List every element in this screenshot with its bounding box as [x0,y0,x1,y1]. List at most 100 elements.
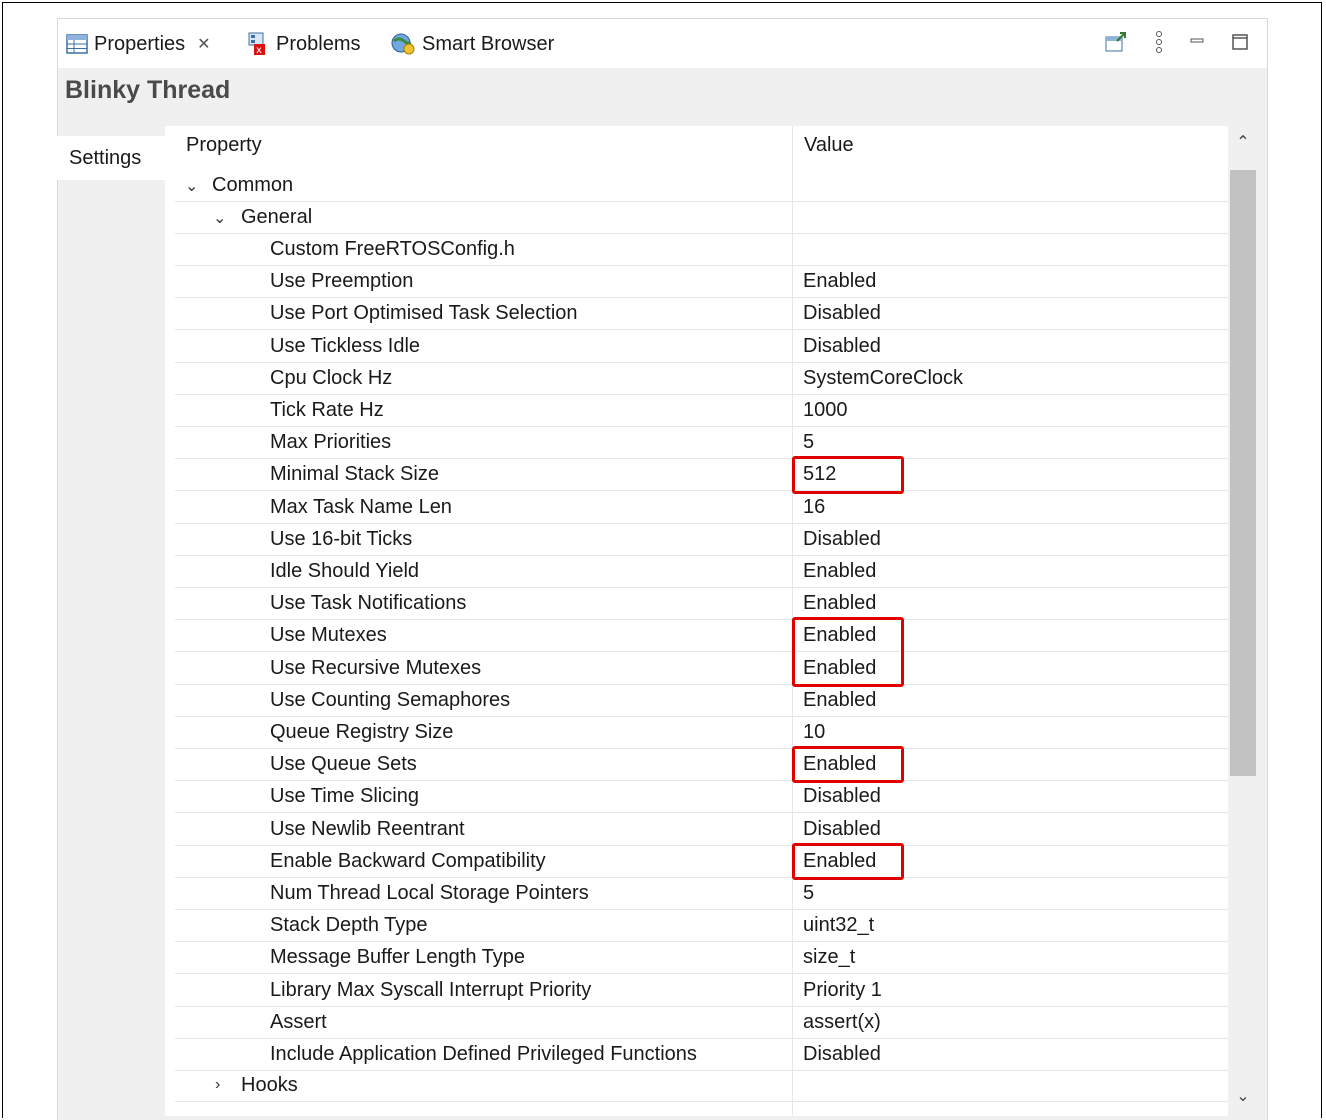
table-row[interactable]: Enable Backward Compatibility Enabled [175,846,1228,878]
table-row[interactable]: Use Queue Sets Enabled [175,749,1228,781]
maximize-button[interactable] [1227,29,1253,55]
property-name: Use Queue Sets [270,753,417,775]
property-value[interactable]: 10 [803,721,825,744]
tab-settings-label: Settings [69,146,142,169]
table-row[interactable]: Max Task Name Len 16 [175,492,1228,524]
table-row[interactable]: Custom FreeRTOSConfig.h [175,234,1228,266]
property-value[interactable]: 1000 [803,399,848,422]
table-row[interactable]: Max Priorities 5 [175,427,1228,459]
table-row[interactable]: Library Max Syscall Interrupt Priority Pr… [175,975,1228,1007]
tab-smart-browser[interactable]: Smart Browser [390,29,554,59]
property-name: Num Thread Local Storage Pointers [270,882,589,904]
property-name: Cpu Clock Hz [270,367,393,389]
smart-browser-icon [391,33,415,55]
table-row[interactable]: Message Buffer Length Type size_t [175,942,1228,974]
property-value[interactable]: Priority 1 [803,979,882,1002]
group-row-general[interactable]: ⌄ General [175,202,1228,234]
close-icon[interactable]: ✕ [197,34,210,54]
property-value[interactable]: Enabled [803,270,876,293]
property-value[interactable]: Disabled [803,335,881,358]
property-name: Queue Registry Size [270,721,454,743]
property-name: Use 16-bit Ticks [270,528,413,550]
column-header-value[interactable]: Value [804,134,854,157]
chevron-down-icon[interactable]: ⌄ [213,208,226,228]
table-row[interactable]: Use Mutexes Enabled [175,620,1228,652]
property-name: Include Application Defined Privileged F… [270,1043,697,1065]
table-row[interactable]: Use Counting Semaphores Enabled [175,685,1228,717]
page-title: Blinky Thread [65,76,231,104]
property-value[interactable]: Disabled [803,785,881,808]
chevron-down-icon[interactable]: ⌄ [185,176,198,196]
scroll-up-arrow-icon[interactable]: ⌃ [1228,132,1258,152]
view-menu-button[interactable] [1146,29,1172,55]
property-name: Stack Depth Type [270,914,428,936]
property-value[interactable]: size_t [803,946,855,969]
tab-properties[interactable]: Properties ✕ [66,29,211,59]
minimize-icon [1190,38,1204,43]
property-value[interactable]: 16 [803,496,825,519]
tab-settings[interactable]: Settings [57,136,165,180]
table-row[interactable]: Use Preemption Enabled [175,266,1228,298]
table-row[interactable]: Use Recursive Mutexes Enabled [175,653,1228,685]
minimize-button[interactable] [1184,29,1210,55]
property-name: Use Port Optimised Task Selection [270,302,578,324]
table-row[interactable]: Tick Rate Hz 1000 [175,395,1228,427]
property-name: Message Buffer Length Type [270,946,525,968]
property-name: Use Newlib Reentrant [270,818,465,840]
table-row[interactable]: Num Thread Local Storage Pointers 5 [175,878,1228,910]
table-row[interactable]: Include Application Defined Privileged F… [175,1039,1228,1071]
property-value[interactable]: Disabled [803,528,881,551]
table-row[interactable]: Assert assert(x) [175,1007,1228,1039]
table-row[interactable]: Queue Registry Size 10 [175,717,1228,749]
property-value[interactable]: Disabled [803,302,881,325]
table-row[interactable]: Use Tickless Idle Disabled [175,331,1228,363]
property-name: Max Task Name Len [270,496,452,518]
group-row-hooks[interactable]: › Hooks [175,1070,1228,1102]
property-value[interactable]: Disabled [803,818,881,841]
property-value[interactable]: Enabled [803,560,876,583]
property-name: Use Preemption [270,270,414,292]
property-name: Use Counting Semaphores [270,689,511,711]
new-view-icon [1105,32,1126,52]
table-row[interactable]: Use 16-bit Ticks Disabled [175,524,1228,556]
table-row[interactable]: Use Time Slicing Disabled [175,781,1228,813]
property-value[interactable]: Disabled [803,1043,881,1066]
property-name: Use Recursive Mutexes [270,657,482,679]
table-row[interactable]: Use Task Notifications Enabled [175,588,1228,620]
table-row[interactable]: Cpu Clock Hz SystemCoreClock [175,363,1228,395]
tab-smart-browser-label: Smart Browser [422,32,555,55]
scroll-down-arrow-icon[interactable]: ⌄ [1228,1086,1258,1106]
highlight-box [792,843,904,880]
group-label-general: General [241,206,313,228]
tab-problems[interactable]: x Problems [248,29,360,59]
vertical-scrollbar[interactable]: ⌃ ⌄ [1228,126,1258,1116]
chevron-right-icon[interactable]: › [215,1076,220,1094]
property-value[interactable]: Enabled [803,592,876,615]
maximize-icon [1232,34,1248,50]
group-row-common[interactable]: ⌄ Common [175,170,1228,202]
highlight-box [792,617,904,687]
property-name: Use Mutexes [270,624,387,646]
more-vertical-icon [1156,31,1162,53]
properties-icon [66,34,88,54]
scrollbar-thumb[interactable] [1230,170,1256,776]
property-value[interactable]: 5 [803,882,814,905]
group-label-common: Common [212,174,294,196]
property-value[interactable]: assert(x) [803,1011,881,1034]
property-value[interactable]: SystemCoreClock [803,367,963,390]
property-name: Use Task Notifications [270,592,467,614]
table-row[interactable]: Use Newlib Reentrant Disabled [175,814,1228,846]
property-table[interactable]: Property Value ⌄ Common ⌄ General › Hook… [165,126,1258,1116]
table-row[interactable]: Use Port Optimised Task Selection Disable… [175,298,1228,330]
table-row[interactable]: Stack Depth Type uint32_t [175,910,1228,942]
property-name: Assert [270,1011,327,1033]
property-value[interactable]: uint32_t [803,914,874,937]
property-value[interactable]: Enabled [803,689,876,712]
table-row[interactable]: Minimal Stack Size 512 [175,459,1228,491]
column-header-property[interactable]: Property [186,134,262,157]
property-value[interactable]: 5 [803,431,814,454]
properties-title-bar: Blinky Thread [57,68,1268,118]
table-row[interactable]: Idle Should Yield Enabled [175,556,1228,588]
property-name: Max Priorities [270,431,392,453]
pin-view-button[interactable] [1103,29,1129,55]
